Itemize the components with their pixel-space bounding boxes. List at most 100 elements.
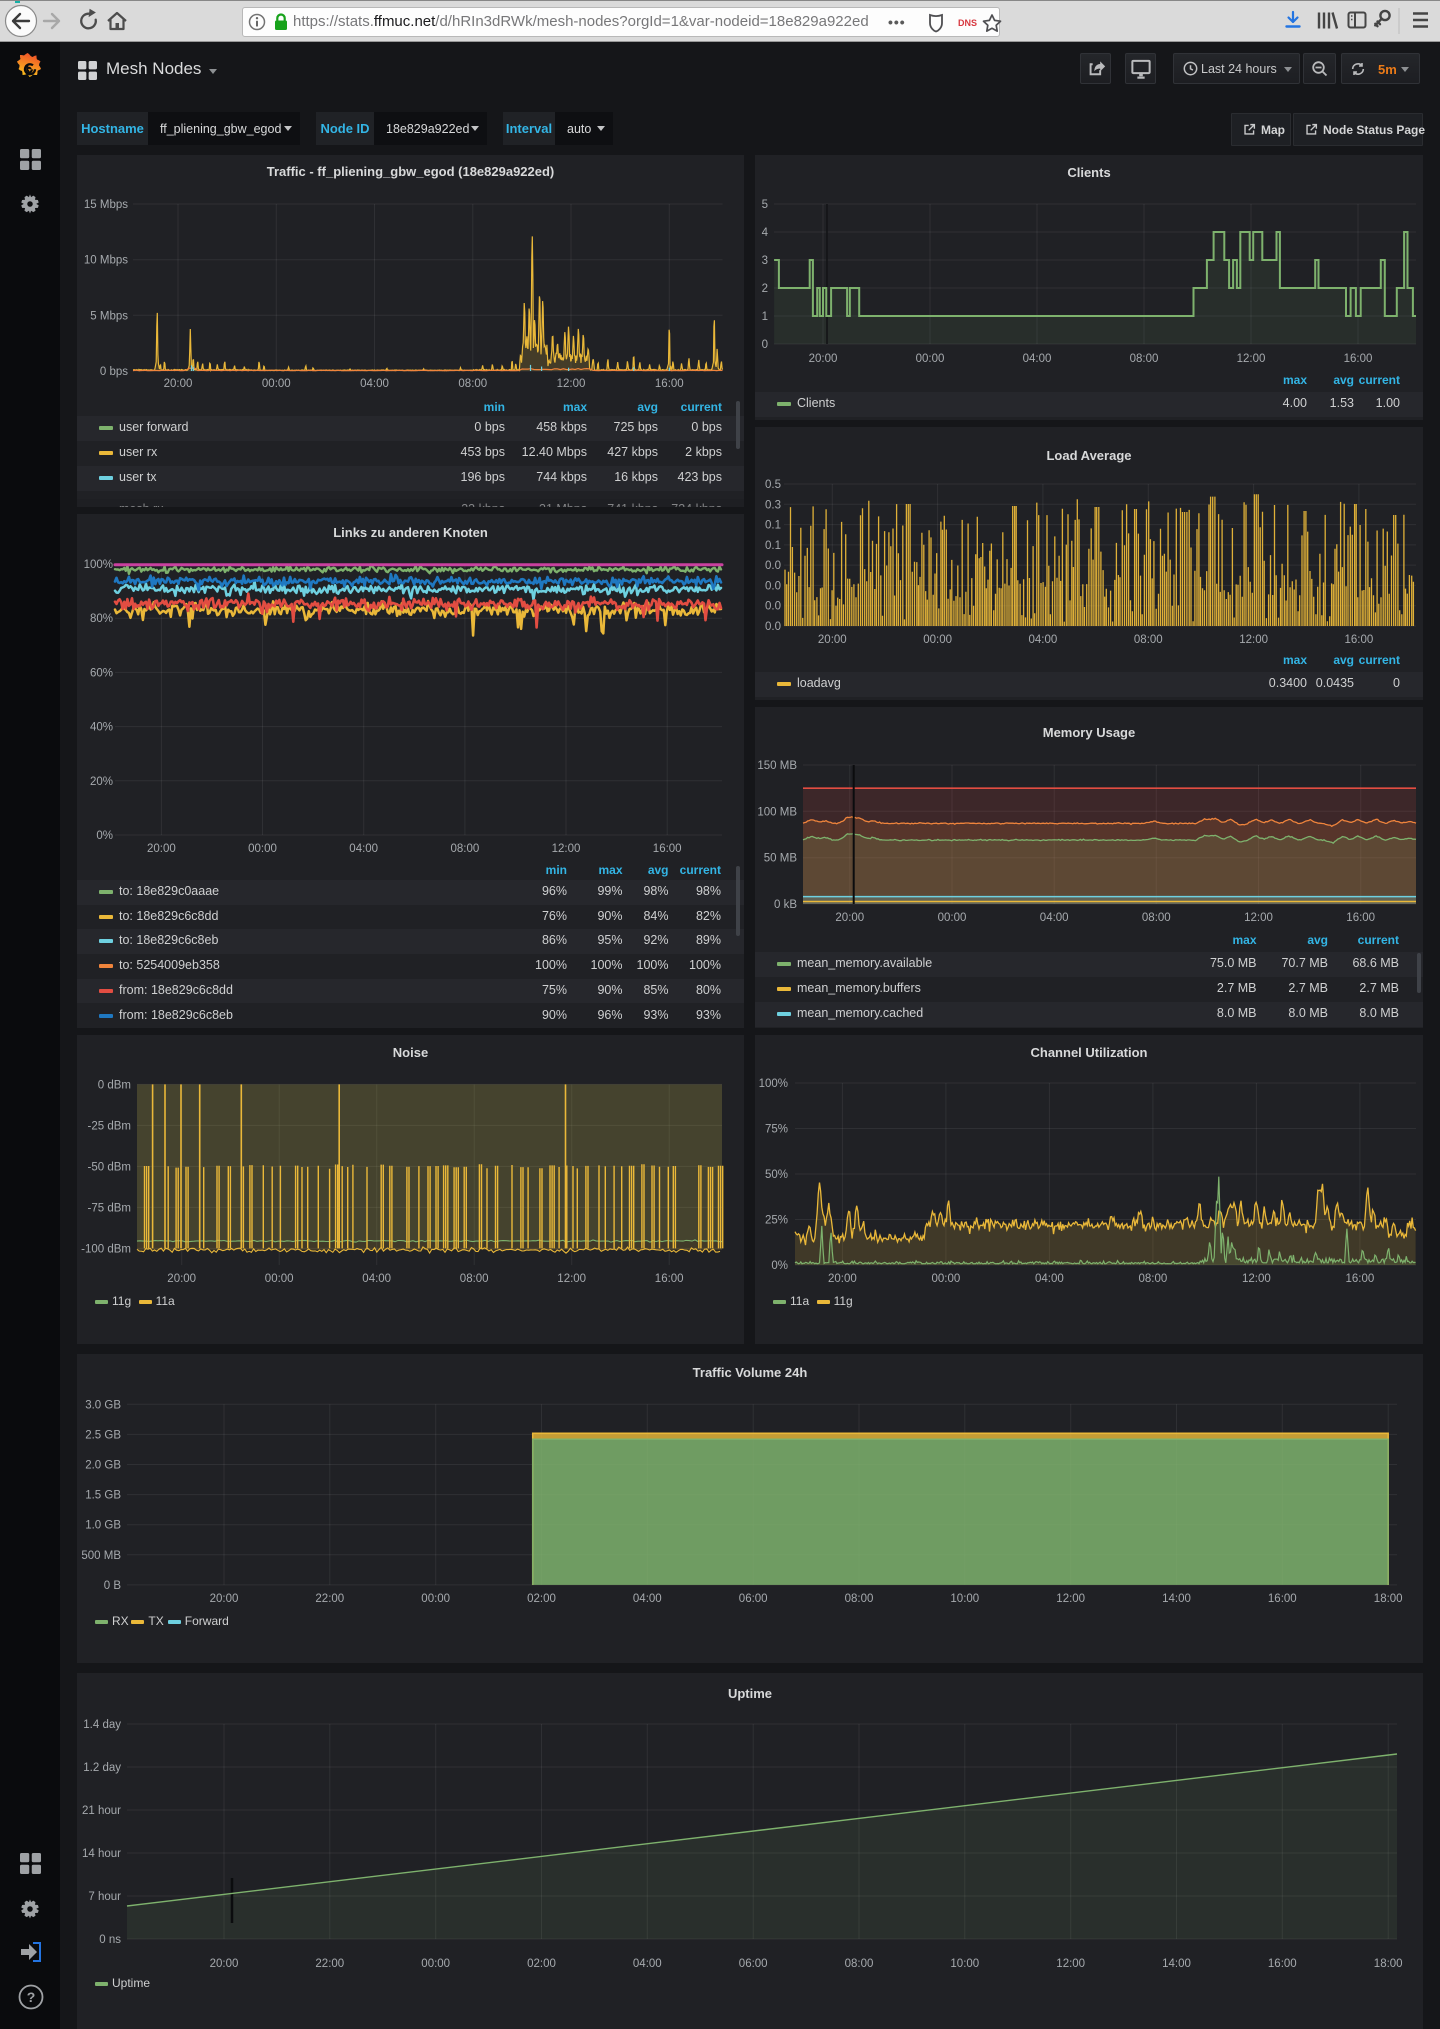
svg-text:20:00: 20:00 xyxy=(809,353,838,365)
svg-text:20:00: 20:00 xyxy=(164,378,193,390)
svg-text:02:00: 02:00 xyxy=(527,1958,556,1970)
svg-text:20:00: 20:00 xyxy=(210,1593,239,1605)
svg-text:08:00: 08:00 xyxy=(1139,1273,1168,1285)
svg-text:00:00: 00:00 xyxy=(265,1273,294,1285)
svg-text:1.5 GB: 1.5 GB xyxy=(85,1490,121,1502)
svg-text:20:00: 20:00 xyxy=(167,1273,196,1285)
svg-text:12:00: 12:00 xyxy=(557,378,586,390)
svg-text:08:00: 08:00 xyxy=(1130,353,1159,365)
svg-text:00:00: 00:00 xyxy=(932,1273,961,1285)
svg-text:1: 1 xyxy=(762,311,768,323)
svg-text:08:00: 08:00 xyxy=(1142,912,1171,924)
svg-text:-75 dBm: -75 dBm xyxy=(88,1202,131,1214)
svg-text:1.2 day: 1.2 day xyxy=(83,1762,121,1774)
svg-text:1.0 GB: 1.0 GB xyxy=(85,1520,121,1532)
svg-text:04:00: 04:00 xyxy=(1040,912,1069,924)
svg-text:04:00: 04:00 xyxy=(633,1593,662,1605)
svg-text:12:00: 12:00 xyxy=(1244,912,1273,924)
svg-text:06:00: 06:00 xyxy=(739,1958,768,1970)
svg-text:100 MB: 100 MB xyxy=(757,806,797,818)
svg-text:10:00: 10:00 xyxy=(950,1593,979,1605)
svg-text:16:00: 16:00 xyxy=(1345,634,1374,646)
svg-text:75%: 75% xyxy=(765,1124,788,1136)
svg-text:7 hour: 7 hour xyxy=(88,1891,121,1903)
svg-text:16:00: 16:00 xyxy=(1268,1593,1297,1605)
svg-text:15 Mbps: 15 Mbps xyxy=(84,199,128,211)
svg-text:08:00: 08:00 xyxy=(458,378,487,390)
svg-text:08:00: 08:00 xyxy=(845,1593,874,1605)
svg-text:5 Mbps: 5 Mbps xyxy=(90,310,128,322)
svg-text:12:00: 12:00 xyxy=(1239,634,1268,646)
svg-text:04:00: 04:00 xyxy=(1035,1273,1064,1285)
svg-text:3: 3 xyxy=(762,255,768,267)
svg-text:06:00: 06:00 xyxy=(739,1593,768,1605)
svg-text:60%: 60% xyxy=(90,667,113,679)
svg-text:0.0: 0.0 xyxy=(765,580,781,592)
svg-text:04:00: 04:00 xyxy=(1023,353,1052,365)
svg-text:-25 dBm: -25 dBm xyxy=(88,1120,131,1132)
svg-text:150 MB: 150 MB xyxy=(757,760,797,772)
svg-text:04:00: 04:00 xyxy=(362,1273,391,1285)
svg-text:12:00: 12:00 xyxy=(552,843,581,855)
svg-text:0.1: 0.1 xyxy=(765,520,781,532)
svg-text:0: 0 xyxy=(762,339,768,351)
svg-text:3.0 GB: 3.0 GB xyxy=(85,1399,121,1411)
svg-text:16:00: 16:00 xyxy=(1268,1958,1297,1970)
svg-text:0 ns: 0 ns xyxy=(99,1934,121,1946)
svg-text:21 hour: 21 hour xyxy=(82,1805,121,1817)
svg-text:08:00: 08:00 xyxy=(451,843,480,855)
svg-text:18:00: 18:00 xyxy=(1374,1593,1403,1605)
svg-text:02:00: 02:00 xyxy=(527,1593,556,1605)
svg-text:12:00: 12:00 xyxy=(1056,1593,1085,1605)
svg-text:12:00: 12:00 xyxy=(557,1273,586,1285)
svg-text:20:00: 20:00 xyxy=(828,1273,857,1285)
svg-text:04:00: 04:00 xyxy=(1029,634,1058,646)
svg-text:2.5 GB: 2.5 GB xyxy=(85,1429,121,1441)
svg-text:40%: 40% xyxy=(90,722,113,734)
svg-text:0 B: 0 B xyxy=(104,1580,122,1592)
svg-text:14 hour: 14 hour xyxy=(82,1848,121,1860)
svg-text:16:00: 16:00 xyxy=(655,1273,684,1285)
svg-text:?: ? xyxy=(27,1989,36,2005)
svg-text:25%: 25% xyxy=(765,1215,788,1227)
svg-text:04:00: 04:00 xyxy=(349,843,378,855)
svg-text:20:00: 20:00 xyxy=(835,912,864,924)
svg-text:0%: 0% xyxy=(771,1260,788,1272)
svg-text:22:00: 22:00 xyxy=(315,1958,344,1970)
svg-text:0.0: 0.0 xyxy=(765,601,781,613)
svg-text:10 Mbps: 10 Mbps xyxy=(84,255,128,267)
svg-text:16:00: 16:00 xyxy=(1346,1273,1375,1285)
svg-text:20:00: 20:00 xyxy=(147,843,176,855)
svg-text:-50 dBm: -50 dBm xyxy=(88,1161,131,1173)
svg-text:20%: 20% xyxy=(90,776,113,788)
svg-text:14:00: 14:00 xyxy=(1162,1958,1191,1970)
svg-text:0 kB: 0 kB xyxy=(774,899,797,911)
svg-text:00:00: 00:00 xyxy=(262,378,291,390)
svg-text:08:00: 08:00 xyxy=(1134,634,1163,646)
svg-text:12:00: 12:00 xyxy=(1237,353,1266,365)
svg-text:10:00: 10:00 xyxy=(950,1958,979,1970)
svg-text:2.0 GB: 2.0 GB xyxy=(85,1460,121,1472)
svg-text:1.4 day: 1.4 day xyxy=(83,1719,121,1731)
svg-text:00:00: 00:00 xyxy=(248,843,277,855)
svg-text:0.1: 0.1 xyxy=(765,540,781,552)
svg-text:4: 4 xyxy=(762,227,769,239)
svg-text:00:00: 00:00 xyxy=(421,1593,450,1605)
svg-text:0.3: 0.3 xyxy=(765,499,781,511)
svg-text:04:00: 04:00 xyxy=(633,1958,662,1970)
svg-text:100%: 100% xyxy=(84,559,113,571)
svg-text:2: 2 xyxy=(762,283,768,295)
svg-text:16:00: 16:00 xyxy=(653,843,682,855)
svg-text:12:00: 12:00 xyxy=(1056,1958,1085,1970)
svg-text:20:00: 20:00 xyxy=(818,634,847,646)
svg-text:04:00: 04:00 xyxy=(360,378,389,390)
svg-text:500 MB: 500 MB xyxy=(81,1550,121,1562)
svg-text:0%: 0% xyxy=(96,830,113,842)
svg-text:0 bps: 0 bps xyxy=(100,366,128,378)
svg-text:00:00: 00:00 xyxy=(421,1958,450,1970)
svg-text:0.0: 0.0 xyxy=(765,621,781,633)
svg-text:0.0: 0.0 xyxy=(765,560,781,572)
svg-text:20:00: 20:00 xyxy=(210,1958,239,1970)
svg-text:00:00: 00:00 xyxy=(938,912,967,924)
svg-text:14:00: 14:00 xyxy=(1162,1593,1191,1605)
